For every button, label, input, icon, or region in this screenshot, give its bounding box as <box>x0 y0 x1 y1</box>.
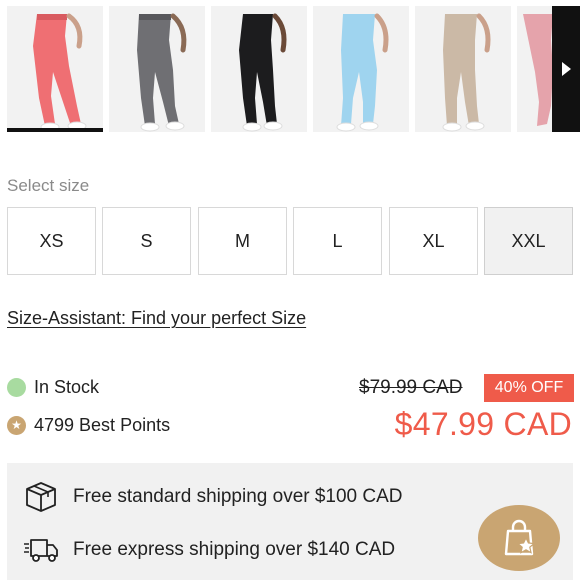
size-option-l[interactable]: L <box>293 207 382 275</box>
swatch-beige[interactable] <box>415 6 511 132</box>
box-icon <box>23 480 59 514</box>
swatch-next-button[interactable] <box>552 6 580 132</box>
truck-icon <box>23 533 59 567</box>
shopping-bag-star-icon <box>504 519 536 556</box>
color-swatch-strip <box>0 0 580 136</box>
swatch-pink[interactable] <box>517 6 557 132</box>
swatch-black[interactable] <box>211 6 307 132</box>
in-stock-dot-icon <box>7 377 26 397</box>
stock-status: In Stock <box>7 376 99 398</box>
leggings-image <box>239 13 287 132</box>
leggings-image <box>523 14 553 126</box>
sale-price: $47.99 CAD <box>394 406 572 442</box>
swatch-light-blue[interactable] <box>313 6 409 132</box>
select-size-label: Select size <box>7 176 90 195</box>
original-price: $79.99 CAD <box>359 377 463 398</box>
size-options: XS S M L XL XXL <box>7 207 573 275</box>
swatch-grey[interactable] <box>109 6 205 132</box>
size-option-s[interactable]: S <box>102 207 191 275</box>
star-icon: ★ <box>7 415 26 435</box>
chevron-right-icon <box>562 62 571 76</box>
swatch-coral[interactable] <box>7 6 103 132</box>
size-option-xxl[interactable]: XXL <box>484 207 573 275</box>
express-shipping-row: Free express shipping over $140 CAD <box>23 533 395 567</box>
leggings-image <box>336 13 389 132</box>
leggings-image <box>33 13 87 132</box>
rewards-button[interactable] <box>478 505 560 571</box>
size-option-m[interactable]: M <box>198 207 287 275</box>
size-assistant-link[interactable]: Size-Assistant: Find your perfect Size <box>7 308 306 329</box>
standard-shipping-text: Free standard shipping over $100 CAD <box>73 486 403 507</box>
best-points-text: 4799 Best Points <box>34 414 171 435</box>
discount-badge: 40% OFF <box>484 374 574 402</box>
best-points: ★ 4799 Best Points <box>7 414 170 436</box>
size-option-xs[interactable]: XS <box>7 207 96 275</box>
leggings-image <box>442 13 491 132</box>
leggings-image <box>137 13 187 132</box>
express-shipping-text: Free express shipping over $140 CAD <box>73 539 396 560</box>
standard-shipping-row: Free standard shipping over $100 CAD <box>23 480 403 514</box>
size-option-xl[interactable]: XL <box>389 207 478 275</box>
stock-status-text: In Stock <box>34 376 100 397</box>
